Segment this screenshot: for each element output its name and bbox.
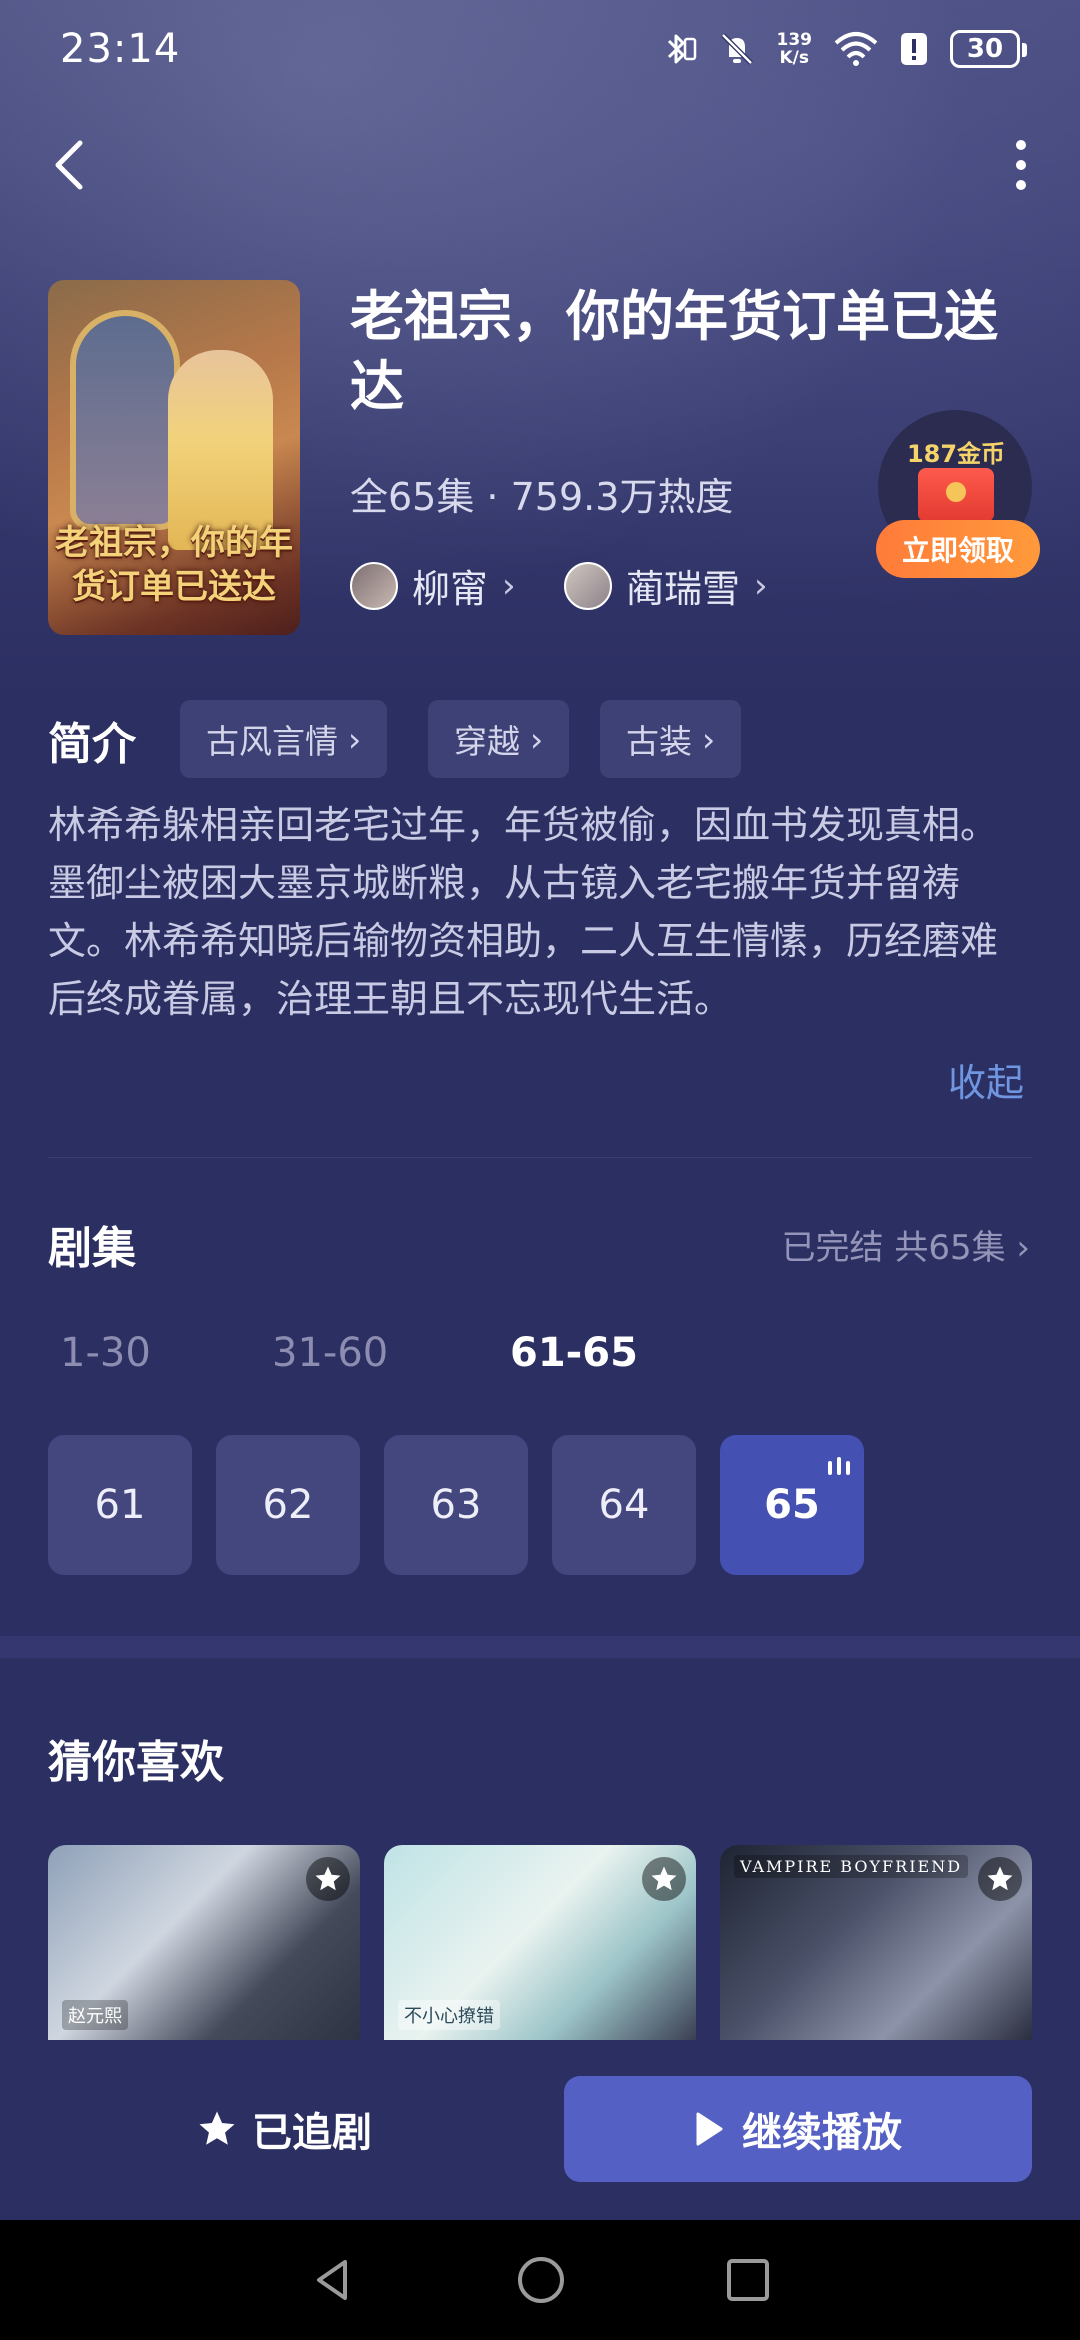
nav-recents-icon[interactable]	[725, 2257, 771, 2303]
bluetooth-icon	[657, 29, 697, 69]
chevron-right-icon: ›	[530, 719, 544, 759]
chevron-right-icon: ›	[754, 565, 768, 606]
episodes-label: 剧集	[48, 1223, 136, 1274]
poster-mirror-art	[70, 310, 180, 530]
coin-amount: 187金币	[906, 440, 1006, 468]
avatar	[564, 561, 612, 610]
actor-link[interactable]: 柳甯 ›	[350, 558, 516, 613]
more-vertical-icon[interactable]	[1006, 130, 1036, 200]
alert-icon	[900, 30, 928, 68]
tab-range-1-30[interactable]: 1-30	[60, 1330, 151, 1376]
network-speed-unit: K/s	[779, 48, 809, 68]
recommend-card-tag: 不小心撩错	[398, 2000, 500, 2030]
genre-tag[interactable]: 穿越 ›	[428, 700, 570, 778]
recommend-card-tag: VAMPIRE BOYFRIEND	[734, 1855, 969, 1878]
recommend-card[interactable]: 不小心撩错	[384, 1845, 696, 2040]
play-icon	[696, 2112, 723, 2146]
episode-button[interactable]: 64	[552, 1435, 696, 1575]
star-icon[interactable]	[306, 1857, 350, 1901]
actor-name: 蔺瑞雪	[626, 567, 741, 611]
back-button[interactable]	[48, 130, 108, 200]
continue-play-button[interactable]: 继续播放	[564, 2076, 1032, 2182]
drama-poster[interactable]: 老祖宗，你的年货订单已送达	[48, 280, 300, 635]
system-navigation-bar	[0, 2220, 1080, 2340]
recommend-label: 猜你喜欢	[48, 1737, 224, 1788]
tag-label: 古风言情	[206, 722, 338, 761]
status-time: 23:14	[60, 26, 181, 72]
genre-tag[interactable]: 古装 ›	[600, 700, 742, 778]
play-label: 继续播放	[742, 2110, 902, 2156]
episode-button[interactable]: 62	[216, 1435, 360, 1575]
coin-reward-badge[interactable]: 187金币 立即领取	[876, 410, 1040, 580]
drama-title: 老祖宗，你的年货订单已送达	[350, 285, 998, 418]
recommend-card-tag: 赵元熙	[62, 2000, 128, 2030]
mute-icon	[719, 29, 755, 69]
chevron-right-icon: ›	[348, 719, 362, 759]
recommend-card[interactable]: 赵元熙	[48, 1845, 360, 2040]
tag-label: 古装	[626, 722, 692, 761]
back-arrow-icon	[55, 140, 83, 190]
collapse-link[interactable]: 收起	[948, 1052, 1024, 1107]
genre-tag[interactable]: 古风言情 ›	[180, 700, 388, 778]
nav-home-icon[interactable]	[515, 2254, 567, 2306]
poster-title: 老祖宗，你的年货订单已送达	[55, 523, 293, 607]
network-speed-value: 139	[776, 30, 813, 50]
status-icons: 139 K/s 30	[657, 24, 1027, 74]
star-icon[interactable]	[978, 1857, 1022, 1901]
now-playing-icon	[828, 1457, 850, 1475]
actor-name: 柳甯	[412, 567, 489, 611]
section-separator	[0, 1636, 1080, 1658]
followed-button[interactable]: 已追剧	[48, 2076, 520, 2182]
followed-label: 已追剧	[252, 2110, 372, 2156]
red-envelope-icon	[918, 468, 994, 522]
recommend-card[interactable]: VAMPIRE BOYFRIEND	[720, 1845, 1032, 2040]
episode-button[interactable]: 63	[384, 1435, 528, 1575]
avatar	[350, 561, 398, 610]
episodes-status-link[interactable]: 已完结 共65集 ›	[782, 1220, 1030, 1269]
actor-link[interactable]: 蔺瑞雪 ›	[564, 558, 768, 613]
tag-label: 穿越	[454, 722, 520, 761]
star-icon[interactable]	[642, 1857, 686, 1901]
intro-label: 简介	[48, 719, 136, 770]
nav-back-icon[interactable]	[309, 2256, 357, 2304]
episode-button[interactable]: 61	[48, 1435, 192, 1575]
battery-indicator: 30	[950, 30, 1027, 68]
tab-range-31-60[interactable]: 31-60	[272, 1330, 388, 1376]
episode-number: 65	[764, 1482, 820, 1528]
drama-meta: 全65集 · 759.3万热度	[350, 475, 734, 519]
chevron-right-icon: ›	[702, 719, 716, 759]
wifi-icon	[834, 31, 878, 67]
divider	[48, 1157, 1032, 1158]
poster-figure-art	[168, 350, 273, 550]
chevron-right-icon: ›	[502, 565, 516, 606]
tab-range-61-65[interactable]: 61-65	[510, 1330, 638, 1376]
episode-button-current[interactable]: 65	[720, 1435, 864, 1575]
claim-button[interactable]: 立即领取	[876, 520, 1040, 578]
drama-description: 林希希躲相亲回老宅过年，年货被偷，因血书发现真相。墨御尘被困大墨京城断粮，从古镜…	[48, 803, 999, 1021]
network-speed: 139 K/s	[777, 31, 813, 67]
star-icon	[199, 2111, 235, 2145]
